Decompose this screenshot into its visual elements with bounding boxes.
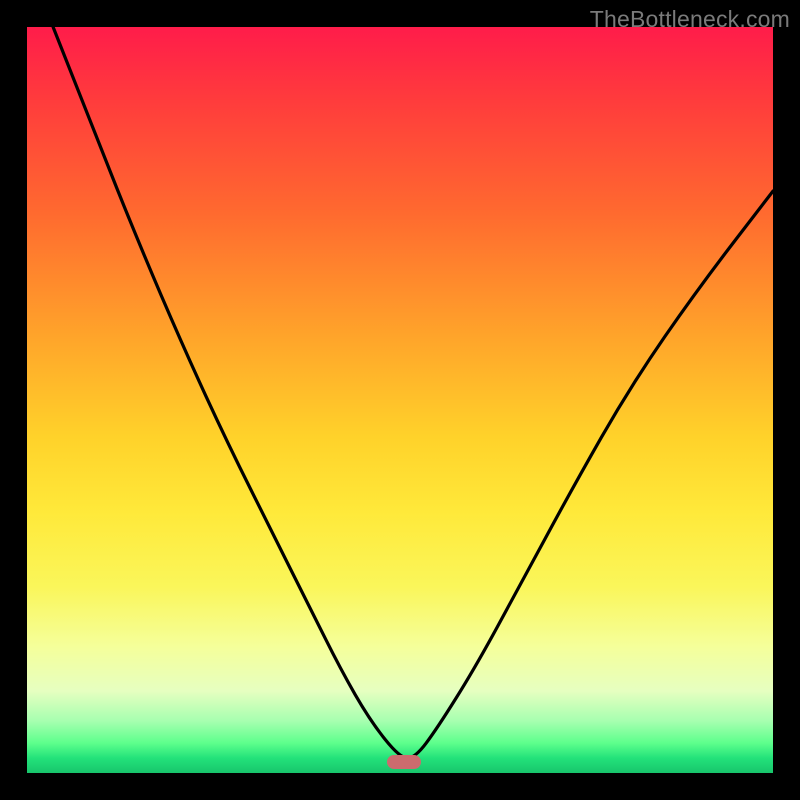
chart-stage: TheBottleneck.com [0, 0, 800, 800]
watermark-text: TheBottleneck.com [590, 6, 790, 33]
bottleneck-curve [27, 27, 773, 773]
optimum-marker [387, 755, 421, 769]
bottleneck-curve-path [53, 27, 773, 758]
chart-plot-area [27, 27, 773, 773]
